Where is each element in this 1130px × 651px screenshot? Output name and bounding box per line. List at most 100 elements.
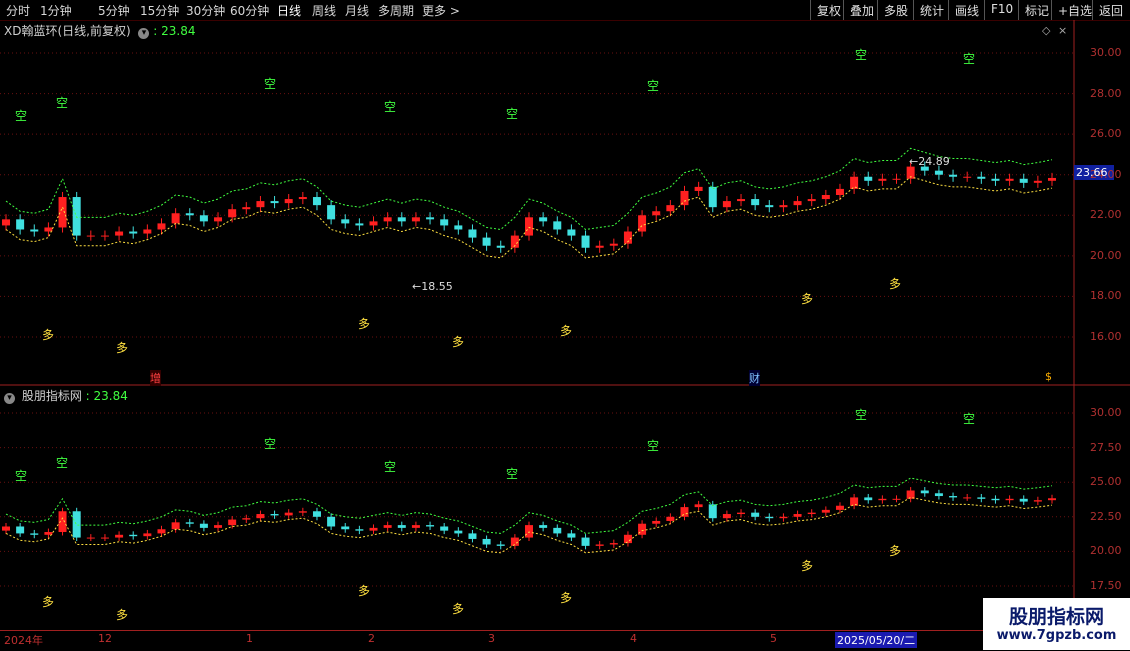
event-mark-finance[interactable]: 财 (749, 370, 760, 386)
date-label: 12 (98, 632, 112, 645)
draw-button[interactable]: 画线 (948, 0, 985, 20)
tab-5min[interactable]: 5分钟 (98, 2, 130, 19)
candle-body (185, 522, 194, 524)
candle-body (623, 534, 632, 544)
candle-body (623, 231, 632, 244)
candle-body (850, 497, 859, 506)
low-marker-value: 18.55 (421, 280, 453, 293)
upper-value-label: : 23.84 (153, 24, 196, 38)
tab-daily[interactable]: 日线 (277, 2, 301, 19)
candle-body (708, 186, 717, 208)
band-line (5, 176, 1053, 259)
candle-body (468, 229, 477, 238)
y-tick-label: 30.00 (1090, 46, 1122, 59)
candle-body (977, 497, 986, 499)
candle-body (228, 209, 237, 218)
event-mark-increase[interactable]: 增 (150, 370, 161, 386)
candle-body (58, 197, 67, 228)
candle-body (129, 534, 138, 537)
candle-body (510, 537, 519, 546)
candle-body (779, 205, 788, 208)
candle-body (553, 527, 562, 534)
candle-body (934, 170, 943, 175)
tab-more[interactable]: 更多 > (422, 2, 460, 19)
lower-value: 23.84 (93, 389, 128, 403)
signal-mark: 空 (855, 48, 867, 62)
candle-body (86, 537, 95, 539)
signal-mark: 空 (506, 107, 518, 121)
y-tick-label: 22.50 (1090, 509, 1122, 523)
candle-body (397, 525, 406, 528)
candle-body (496, 544, 505, 546)
current-price-label: 23.66 (1076, 166, 1108, 179)
event-mark-dividend[interactable]: $ (1045, 370, 1052, 383)
signal-mark: 多 (116, 341, 128, 355)
y-tick-label: 18.00 (1090, 289, 1122, 303)
candle-body (991, 498, 1000, 501)
candle-body (1048, 177, 1056, 181)
signal-mark: 多 (560, 324, 572, 338)
y-tick-label: 28.00 (1090, 86, 1122, 100)
f10-button[interactable]: F10 (984, 0, 1019, 20)
chevron-down-icon[interactable]: ▾ (4, 393, 15, 404)
mark-button[interactable]: 标记 (1018, 0, 1055, 20)
back-button[interactable]: 返回 (1092, 0, 1129, 20)
signal-mark: 空 (15, 109, 27, 123)
candle-body (426, 525, 435, 527)
date-label: 3 (488, 632, 495, 645)
signal-mark: 多 (452, 335, 464, 349)
candle-body (284, 199, 293, 204)
tab-multi-period[interactable]: 多周期 (378, 2, 414, 19)
signal-mark: 空 (963, 412, 975, 426)
diamond-icon[interactable]: ◇ (1042, 24, 1051, 37)
signal-mark: 多 (801, 292, 813, 306)
candle-body (920, 490, 929, 494)
date-label: 1 (246, 632, 253, 645)
signal-mark: 空 (506, 467, 518, 481)
chevron-down-icon[interactable]: ▾ (138, 28, 150, 39)
candle-body (100, 537, 109, 539)
candle-body (482, 237, 491, 246)
kline-chart[interactable]: 空空空空空空空空空空空空空空空空多多多多多多多多多多多多多多 ◇ × (0, 0, 1130, 650)
tab-weekly[interactable]: 周线 (312, 2, 336, 19)
signal-mark: 多 (889, 277, 901, 291)
stats-button[interactable]: 统计 (913, 0, 950, 20)
candle-body (270, 514, 279, 516)
overlay-button[interactable]: 叠加 (843, 0, 880, 20)
low-marker: ←18.55 (412, 280, 453, 293)
candle-body (835, 188, 844, 195)
candle-body (737, 512, 746, 515)
candle-body (567, 533, 576, 538)
candle-body (72, 511, 81, 538)
candle-body (934, 493, 943, 497)
y-tick-label: 27.50 (1090, 440, 1122, 454)
adjust-button[interactable]: 复权 (810, 0, 847, 20)
add-watchlist-button[interactable]: +自选 (1051, 0, 1098, 20)
candle-body (666, 516, 675, 521)
tab-1min[interactable]: 1分钟 (40, 2, 72, 19)
candle-body (525, 217, 533, 236)
tab-30min[interactable]: 30分钟 (186, 2, 225, 19)
candle-body (129, 231, 138, 234)
candle-body (397, 217, 406, 222)
candle-body (327, 516, 336, 527)
signal-mark: 空 (56, 456, 68, 470)
tab-intraday[interactable]: 分时 (6, 2, 30, 19)
candle-body (157, 529, 166, 534)
candle-body (185, 213, 194, 216)
candle-body (383, 525, 392, 528)
candle-body (426, 217, 435, 220)
tab-monthly[interactable]: 月线 (345, 2, 369, 19)
tab-60min[interactable]: 60分钟 (230, 2, 269, 19)
signal-mark: 空 (963, 52, 975, 66)
upper-panel-title: XD翰蓝环(日线,前复权) (4, 24, 131, 38)
y-tick-label: 17.50 (1090, 579, 1122, 592)
multi-stock-button[interactable]: 多股 (877, 0, 914, 20)
close-icon[interactable]: × (1058, 24, 1067, 37)
tab-15min[interactable]: 15分钟 (140, 2, 179, 19)
date-axis: 2024年 12 1 2 3 4 5 2025/05/20/二 (0, 630, 983, 651)
candle-body (977, 176, 986, 179)
candle-body (341, 219, 350, 224)
candle-body (355, 529, 364, 531)
high-marker: ←24.89 (909, 155, 950, 168)
